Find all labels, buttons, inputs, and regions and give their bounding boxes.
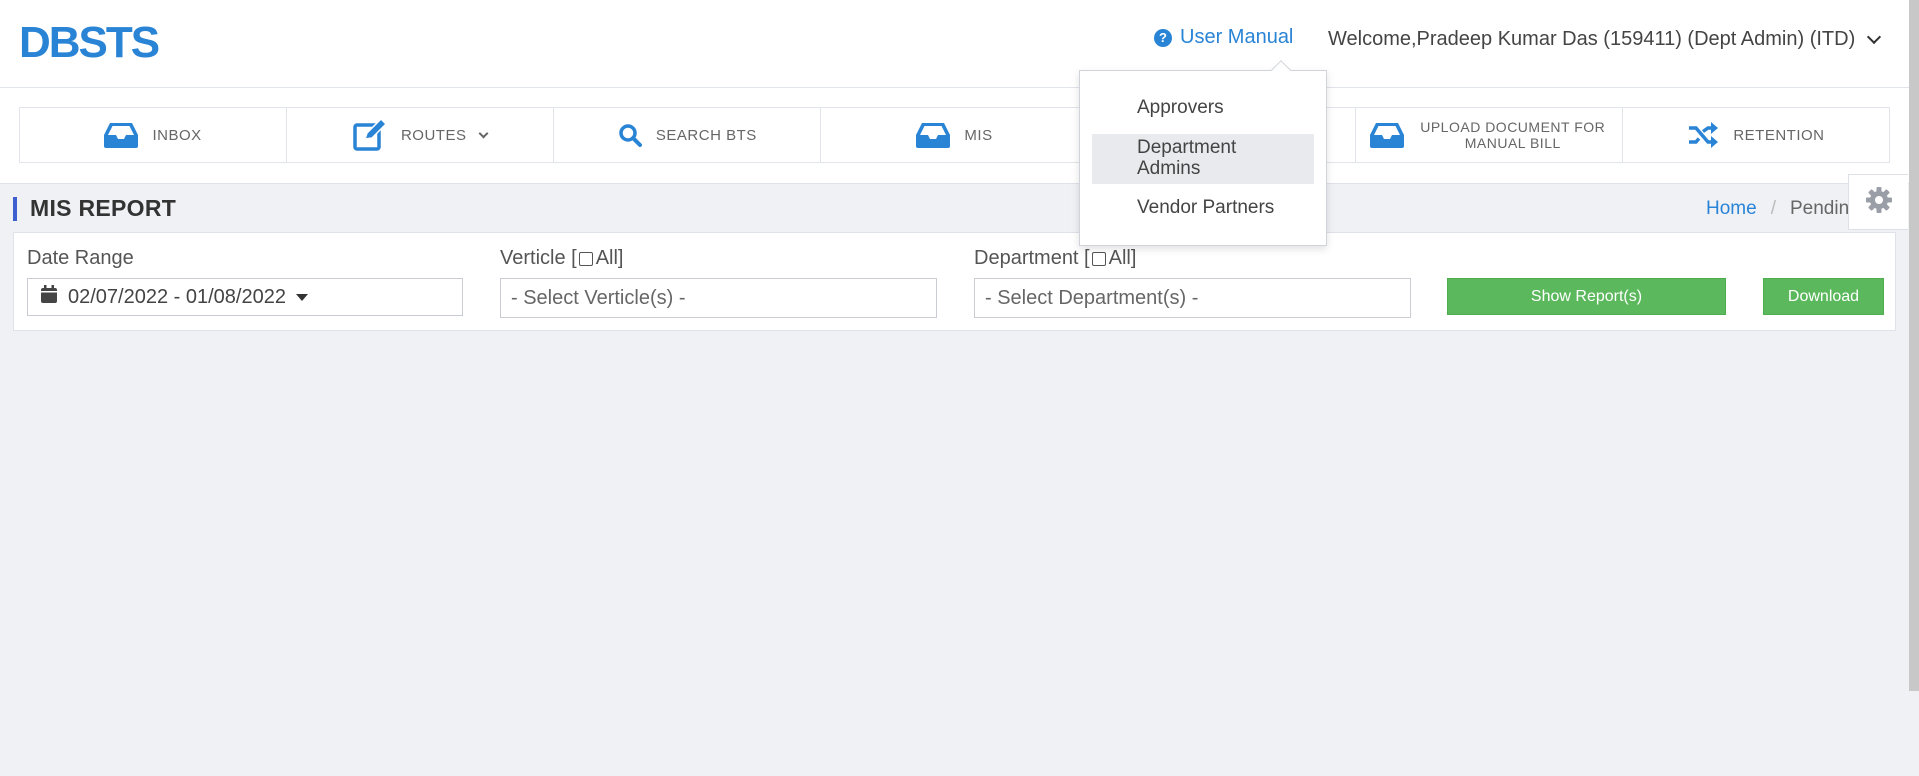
download-button[interactable]: Download	[1763, 278, 1884, 315]
date-range-picker[interactable]: 02/07/2022 - 01/08/2022	[27, 278, 463, 316]
nav-label-mis: MIS	[964, 126, 993, 144]
date-range-value: 02/07/2022 - 01/08/2022	[68, 285, 286, 308]
chevron-down-icon	[1867, 29, 1882, 44]
verticle-all-checkbox[interactable]	[578, 251, 593, 266]
nav-item-upload-document[interactable]: UPLOAD DOCUMENT FOR MANUAL BILL	[1356, 108, 1623, 162]
edit-icon	[353, 119, 387, 151]
main-nav: INBOX ROUTES SEARCH BTS MIS UPLOAD DOCUM…	[0, 88, 1919, 184]
nav-label-search-bts: SEARCH BTS	[655, 126, 757, 144]
user-manual-label: User Manual	[1180, 26, 1294, 48]
verticle-all-text: All]	[595, 247, 624, 269]
nav-label-upload-document: UPLOAD DOCUMENT FOR MANUAL BILL	[1420, 119, 1606, 151]
department-label-text: Department [	[974, 247, 1090, 269]
top-header: DBSTS ? User Manual Welcome,Pradeep Kuma…	[0, 0, 1919, 88]
gear-icon	[1865, 186, 1893, 219]
shuffle-icon	[1687, 121, 1719, 149]
user-manual-link[interactable]: ? User Manual	[1154, 26, 1293, 49]
inbox-icon	[916, 122, 951, 148]
welcome-text: Welcome,Pradeep Kumar Das (159411) (Dept…	[1328, 28, 1856, 50]
nav-item-inbox[interactable]: INBOX	[20, 108, 288, 162]
help-icon: ?	[1154, 28, 1172, 47]
department-select[interactable]: - Select Department(s) -	[974, 278, 1411, 318]
nav-item-search-bts[interactable]: SEARCH BTS	[554, 108, 822, 162]
department-all-checkbox[interactable]	[1091, 251, 1106, 266]
department-label: Department [ All]	[974, 247, 1136, 270]
nav-item-routes[interactable]: ROUTES	[287, 108, 555, 162]
date-range-label: Date Range	[27, 247, 134, 269]
inbox-icon	[1369, 122, 1404, 148]
search-icon	[618, 123, 642, 147]
page-scrollbar[interactable]	[1909, 0, 1919, 691]
nav-item-mis[interactable]: MIS	[821, 108, 1089, 162]
breadcrumb-home[interactable]: Home	[1706, 198, 1757, 220]
page-title: MIS REPORT	[30, 195, 177, 221]
settings-button[interactable]	[1848, 174, 1908, 230]
verticle-label-text: Verticle [	[500, 247, 577, 269]
dropdown-item-approvers[interactable]: Approvers	[1092, 97, 1314, 119]
breadcrumb: Home / Pending	[1706, 198, 1860, 220]
department-all-text: All]	[1108, 247, 1137, 269]
nav-item-retention[interactable]: RETENTION	[1623, 108, 1889, 162]
user-menu-toggle[interactable]: Welcome,Pradeep Kumar Das (159411) (Dept…	[1328, 28, 1882, 51]
chevron-down-icon	[479, 128, 489, 138]
nav-label-routes: ROUTES	[400, 126, 467, 144]
user-manual-dropdown: Approvers Department Admins Vendor Partn…	[1079, 70, 1327, 246]
breadcrumb-separator: /	[1770, 198, 1776, 219]
filter-panel: Date Range 02/07/2022 - 01/08/2022 Verti…	[13, 232, 1896, 331]
calendar-icon	[40, 284, 58, 310]
nav-label-retention: RETENTION	[1733, 126, 1825, 144]
caret-down-icon	[295, 293, 308, 301]
dropdown-item-vendor-partners[interactable]: Vendor Partners	[1092, 197, 1314, 219]
app-logo[interactable]: DBSTS	[19, 18, 160, 68]
dropdown-item-department-admins[interactable]: Department Admins	[1092, 134, 1314, 184]
page-scrollbar-track	[1909, 691, 1919, 776]
nav-label-inbox: INBOX	[152, 126, 202, 144]
title-accent-bar	[13, 197, 17, 221]
show-reports-button[interactable]: Show Report(s)	[1447, 278, 1726, 315]
inbox-icon	[104, 122, 139, 148]
verticle-label: Verticle [ All]	[500, 247, 624, 270]
verticle-select[interactable]: - Select Verticle(s) -	[500, 278, 937, 318]
